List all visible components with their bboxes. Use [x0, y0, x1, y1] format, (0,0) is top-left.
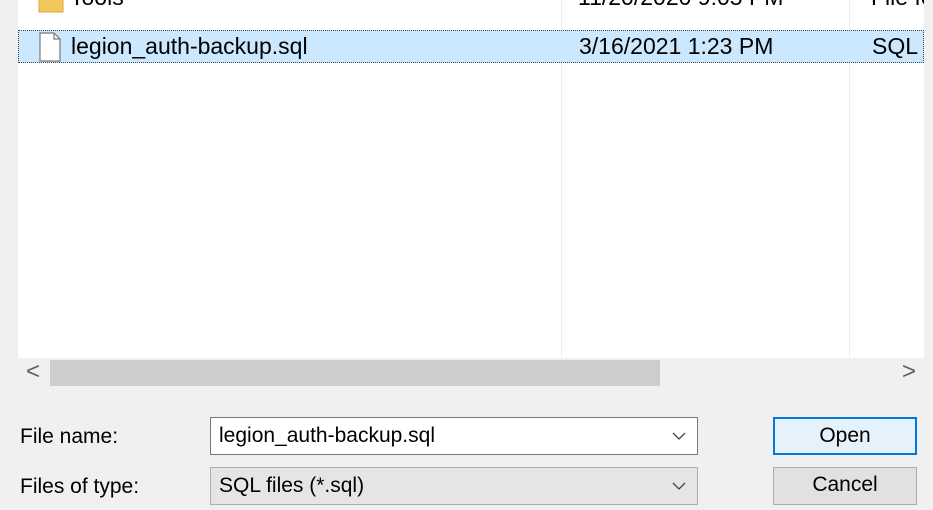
- file-name-input[interactable]: legion_auth-backup.sql: [219, 424, 435, 447]
- file-name-combobox[interactable]: legion_auth-backup.sql: [210, 417, 698, 455]
- file-type-value: SQL files (*.sql): [219, 474, 365, 497]
- scroll-left-button[interactable]: <: [18, 358, 48, 388]
- file-row-tools[interactable]: Tools 11/20/2020 9:05 PM File folder: [18, 0, 924, 14]
- file-type-select[interactable]: SQL files (*.sql): [210, 467, 698, 505]
- file-type-label: Files of type:: [20, 475, 140, 498]
- chevron-down-icon[interactable]: [669, 418, 689, 454]
- file-icon: [38, 32, 62, 62]
- horizontal-scrollbar[interactable]: < >: [18, 358, 924, 388]
- folder-icon: [38, 0, 64, 13]
- file-date-cell: 11/20/2020 9:05 PM: [578, 0, 783, 14]
- file-name-cell: legion_auth-backup.sql: [71, 33, 308, 59]
- file-type-cell: SQL File: [872, 33, 924, 59]
- file-name-cell: Tools: [70, 0, 124, 14]
- cancel-button[interactable]: Cancel: [773, 467, 917, 505]
- scrollbar-thumb[interactable]: [50, 360, 660, 386]
- file-row-selected[interactable]: legion_auth-backup.sql 3/16/2021 1:23 PM…: [18, 30, 924, 63]
- chevron-down-icon[interactable]: [669, 468, 689, 504]
- file-date-cell: 3/16/2021 1:23 PM: [579, 33, 774, 59]
- file-name-label: File name:: [20, 425, 119, 448]
- open-button[interactable]: Open: [773, 417, 917, 455]
- file-type-cell: File folder: [871, 0, 924, 14]
- file-list[interactable]: Tools 11/20/2020 9:05 PM File folder leg…: [18, 0, 924, 358]
- scroll-right-button[interactable]: >: [894, 358, 924, 388]
